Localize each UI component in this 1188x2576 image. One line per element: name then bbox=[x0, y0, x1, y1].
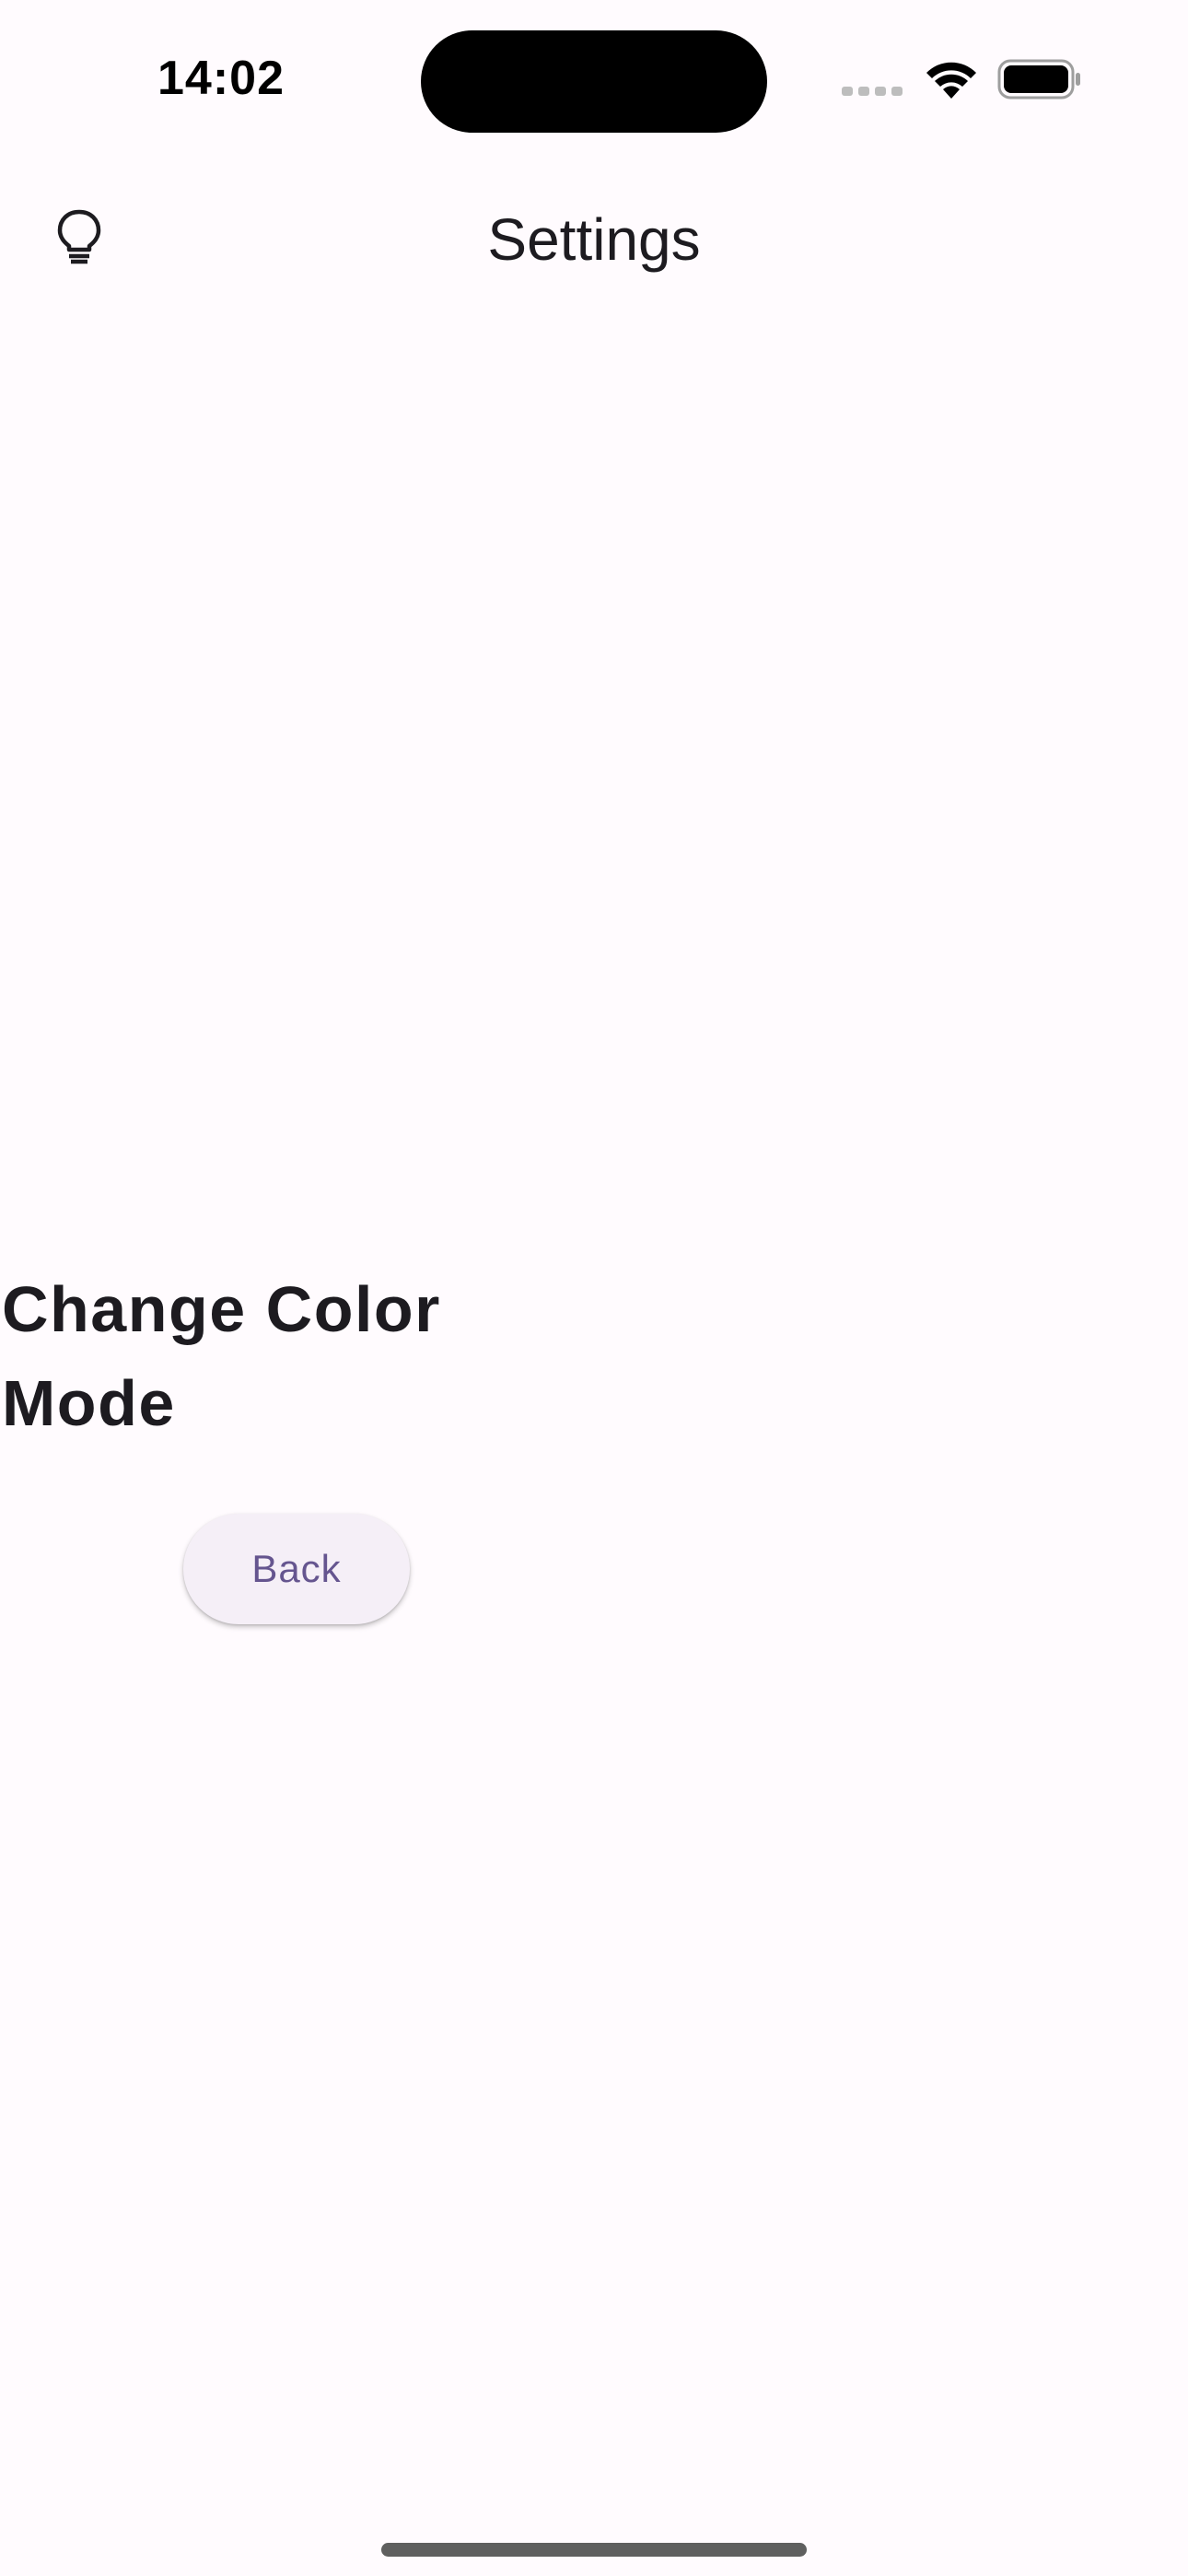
app-bar: Settings bbox=[0, 175, 1188, 304]
cellular-signal-icon bbox=[842, 87, 903, 96]
dynamic-island bbox=[421, 30, 767, 133]
battery-icon bbox=[997, 59, 1080, 100]
back-button[interactable]: Back bbox=[183, 1514, 410, 1624]
back-button-label: Back bbox=[251, 1547, 342, 1590]
home-indicator[interactable] bbox=[381, 2543, 807, 2557]
status-time: 14:02 bbox=[157, 52, 285, 105]
page-title: Settings bbox=[487, 206, 701, 273]
status-bar: 14:02 bbox=[0, 0, 1188, 147]
change-color-mode-heading: Change Color Mode bbox=[2, 1273, 441, 1439]
wifi-icon bbox=[926, 62, 976, 99]
